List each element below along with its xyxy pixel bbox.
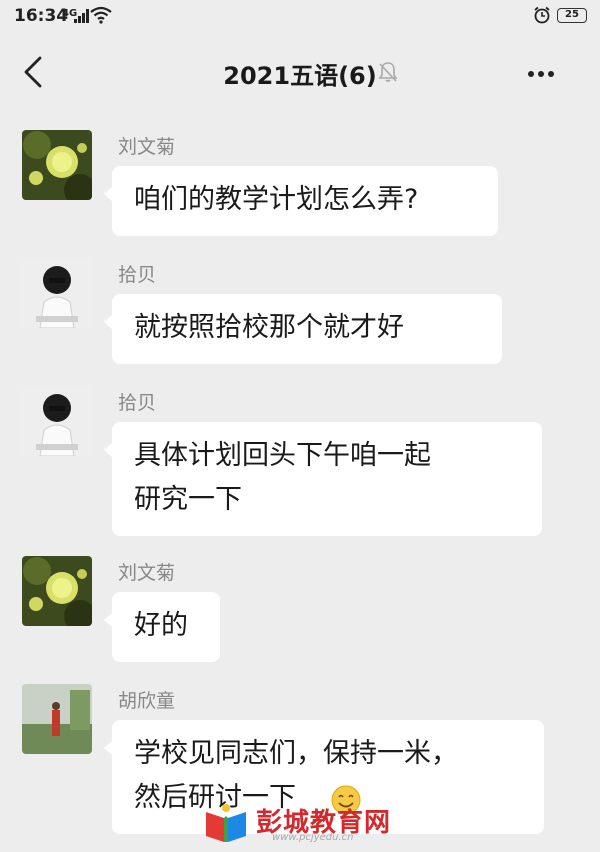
avatar-photo[interactable] <box>22 684 92 754</box>
message-item: 拾贝 就按照拾校那个就才好 <box>22 258 582 366</box>
mute-bell-icon <box>378 62 398 82</box>
message-bubble[interactable]: 好的 <box>104 592 220 662</box>
more-dot <box>528 71 534 77</box>
more-options-button[interactable] <box>528 62 572 86</box>
avatar-girl[interactable] <box>22 258 92 328</box>
message-bubble[interactable]: 就按照拾校那个就才好 <box>104 294 502 364</box>
sender-name: 刘文菊 <box>118 136 176 158</box>
avatar-flower[interactable] <box>22 130 92 200</box>
message-line: 具体计划回头下午咱一起 <box>134 440 431 471</box>
wifi-icon <box>90 6 112 24</box>
avatar-girl[interactable] <box>22 386 92 456</box>
status-bar: 16:34 4G 25 <box>0 0 600 30</box>
signal-icon <box>74 9 89 23</box>
sender-name: 胡欣童 <box>118 690 176 712</box>
watermark: 彭城教育网 www.pcjyedu.cn <box>202 800 422 848</box>
message-bubble[interactable]: 咱们的教学计划怎么弄? <box>104 166 498 236</box>
sender-name: 拾贝 <box>118 264 157 286</box>
message-bubble[interactable]: 具体计划回头下午咱一起 研究一下 <box>104 422 542 536</box>
chat-header: 2021五语(6) <box>0 36 600 108</box>
message-item: 刘文菊 好的 <box>22 556 582 666</box>
battery-level: 25 <box>565 9 579 20</box>
message-line: 就按照拾校那个就才好 <box>134 312 404 343</box>
watermark-url: www.pcjyedu.cn <box>272 832 354 843</box>
avatar-flower[interactable] <box>22 556 92 626</box>
alarm-icon <box>534 6 550 24</box>
more-dot <box>538 71 544 77</box>
battery-icon: 25 <box>557 8 587 23</box>
chat-title: 2021五语(6) <box>223 62 377 90</box>
sender-name: 拾贝 <box>118 392 157 414</box>
message-line: 咱们的教学计划怎么弄? <box>134 184 419 215</box>
message-line: 研究一下 <box>134 484 242 515</box>
message-line: 好的 <box>134 610 188 641</box>
message-item: 刘文菊 咱们的教学计划怎么弄? <box>22 130 582 240</box>
sender-name: 刘文菊 <box>118 562 176 584</box>
more-dot <box>548 71 554 77</box>
message-line: 学校见同志们，保持一米， <box>134 738 458 769</box>
message-item: 拾贝 具体计划回头下午咱一起 研究一下 <box>22 386 582 536</box>
status-time: 16:34 <box>14 6 69 26</box>
book-logo-icon <box>206 804 246 842</box>
